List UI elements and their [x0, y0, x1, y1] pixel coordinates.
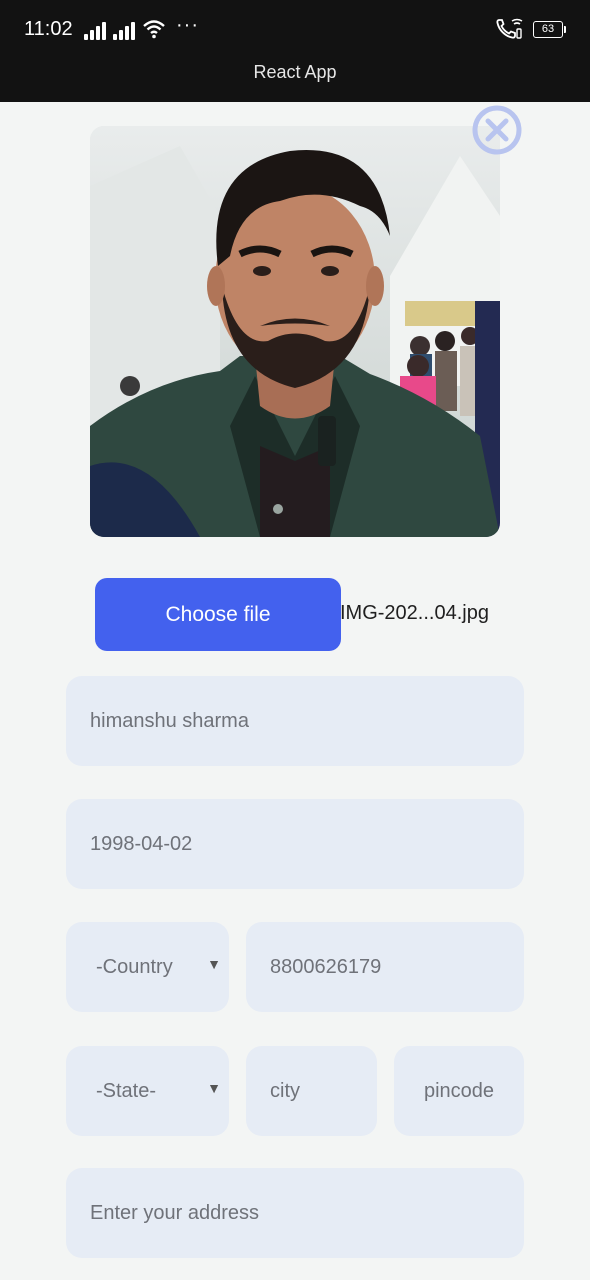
more-notifications-icon: ···: [176, 14, 199, 36]
caret-down-icon: ▼: [207, 956, 221, 972]
battery-level: 63: [541, 23, 555, 35]
address-input[interactable]: Enter your address: [66, 1168, 524, 1258]
wifi-calling-icon: [496, 18, 523, 39]
name-value: himanshu sharma: [90, 709, 249, 732]
city-placeholder: city: [270, 1079, 300, 1102]
country-select[interactable]: -Country ▼: [66, 922, 229, 1012]
selected-file-name: IMG-202...04.jpg: [340, 602, 489, 624]
dob-input[interactable]: 1998-04-02: [66, 799, 524, 889]
signal-icon: [84, 20, 110, 40]
country-value: -Country: [96, 955, 173, 978]
phone-value: 8800626179: [270, 955, 382, 978]
name-input[interactable]: himanshu sharma: [66, 676, 524, 766]
phone-input[interactable]: 8800626179: [246, 922, 524, 1012]
status-bar: 11:02 ··· 63 React App: [0, 0, 590, 102]
choose-file-button[interactable]: Choose file: [95, 578, 341, 651]
address-placeholder: Enter your address: [90, 1201, 259, 1224]
battery-indicator: 63: [533, 21, 566, 38]
state-value: -State-: [96, 1079, 157, 1102]
pincode-placeholder: pincode: [423, 1079, 495, 1102]
status-time: 11:02: [24, 18, 73, 40]
close-circle-icon[interactable]: [471, 104, 523, 156]
dob-value: 1998-04-02: [90, 832, 193, 855]
app-title: React App: [253, 62, 337, 82]
file-chooser: Choose file IMG-202...04.jpg: [95, 578, 515, 651]
wifi-icon: [143, 20, 165, 39]
pincode-input[interactable]: pincode: [394, 1046, 524, 1136]
state-select[interactable]: -State- ▼: [66, 1046, 229, 1136]
caret-down-icon: ▼: [207, 1080, 221, 1096]
profile-photo-illustration: [90, 126, 500, 537]
city-input[interactable]: city: [246, 1046, 377, 1136]
profile-photo: [90, 126, 500, 537]
signal-icon-2: [113, 20, 139, 40]
